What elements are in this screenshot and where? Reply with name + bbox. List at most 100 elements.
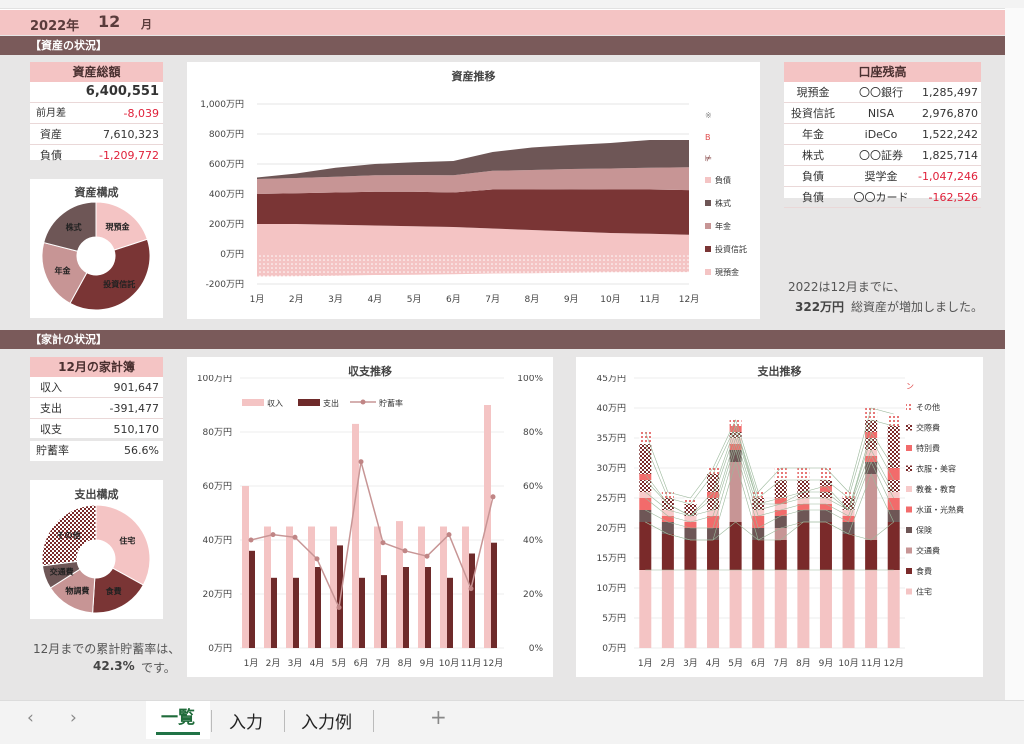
spend-bar-segment: [797, 480, 810, 492]
asset-legend-label: 現預金: [715, 267, 739, 277]
income-y-tick: 100万円: [197, 375, 232, 384]
spend-x-tick: 2月: [661, 658, 676, 669]
income-y2-tick: 20%: [523, 590, 543, 600]
spend-bar-segment: [752, 528, 765, 540]
tab-ichiran[interactable]: 一覧: [146, 701, 210, 739]
income-bar: [484, 405, 491, 648]
vertical-scrollbar[interactable]: [1005, 8, 1024, 700]
add-sheet-button[interactable]: +: [430, 705, 447, 729]
expense-bar: [469, 553, 475, 648]
spend-legend-label: 特別費: [916, 443, 940, 453]
spend-y-tick: 30万円: [597, 463, 626, 474]
spend-bar-segment: [819, 570, 832, 648]
asset-legend-swatch: [705, 177, 711, 183]
spend-y-tick: 10万円: [597, 583, 626, 594]
balance-category: 株式: [802, 149, 824, 162]
prev-sheet-button[interactable]: ‹: [27, 708, 34, 728]
year-label: 2022年: [30, 19, 80, 34]
spend-legend-swatch: [906, 527, 912, 533]
spend-legend-mark: ン: [906, 382, 914, 391]
tab-divider: [284, 710, 285, 732]
spend-bar-segment: [819, 498, 832, 504]
tab-input-example[interactable]: 入力例: [301, 708, 352, 733]
savings-summary-line2: です。: [141, 661, 176, 675]
spend-legend-label: 衣服・美容: [916, 464, 956, 474]
balance-row: 負債 奨学金 -1,047,246: [784, 166, 981, 187]
savings-rate-label: 貯蓄率: [36, 444, 69, 457]
asset-summary-line1: 2022は12月までに、: [788, 280, 906, 294]
spend-pie-label: 住宅: [119, 535, 135, 545]
spend-bar-segment: [865, 474, 878, 540]
asset-row-diff: 前月差 -8,039: [30, 103, 163, 124]
tab-ichiran-label: 一覧: [161, 708, 195, 728]
income-x-tick: 11月: [461, 658, 481, 669]
spend-legend-swatch: [906, 506, 912, 513]
income-bar: [462, 526, 469, 648]
savings-rate-point: [490, 494, 496, 500]
income-x-tick: 6月: [354, 658, 369, 669]
spend-bar-segment: [707, 570, 720, 648]
balance-title: 口座残高: [784, 62, 981, 82]
asset-pie-label: 株式: [66, 222, 82, 232]
next-sheet-button[interactable]: ›: [70, 708, 77, 728]
income-x-tick: 8月: [398, 658, 413, 669]
asset-pie-title: 資産構成: [74, 186, 119, 199]
spend-bar-segment: [887, 498, 900, 510]
asset-pie-chart: 現預金投資信託 年金 株式: [41, 201, 151, 311]
income-bar: [242, 486, 249, 648]
asset-y-tick: 200万円: [209, 219, 244, 230]
spend-legend-label: 水道・光熱費: [916, 505, 964, 515]
spend-bar-segment: [797, 570, 810, 648]
expense-bar: [271, 577, 277, 648]
spend-pie-title: 支出構成: [74, 488, 119, 501]
asset-pie-label: 現預金: [105, 221, 130, 231]
spend-x-tick: 6月: [751, 658, 766, 669]
balance-value: 1,285,497: [922, 86, 978, 99]
spend-bar-segment: [819, 522, 832, 570]
spend-legend-swatch: [906, 465, 912, 472]
asset-area-chart: 1,000万円 800万円 600万円 400万円 200万円 0万円 -200万円 1月 2月…: [200, 99, 747, 305]
legend-expense-swatch: [298, 399, 320, 406]
tab-divider: [211, 710, 212, 732]
spend-y-tick: 20万円: [597, 523, 626, 534]
income-bar: [352, 423, 359, 648]
asset-x-tick: 12月: [679, 294, 699, 305]
income-expense-panel: 収支推移 100万円 100% 80万円 80% 60万円 60% 40万円 40% 20万円 2…: [187, 357, 553, 677]
spend-legend-label: その他: [916, 402, 940, 412]
tab-input[interactable]: 入力: [229, 708, 263, 733]
income-y2-tick: 80%: [523, 428, 543, 438]
section-assets-header: 【資産の状況】: [0, 36, 1005, 55]
spend-bar-segment: [639, 510, 652, 522]
income-x-tick: 3月: [288, 658, 303, 669]
income-bar: [440, 526, 447, 648]
asset-x-tick: 3月: [328, 294, 343, 305]
spend-bar-segment: [639, 444, 652, 474]
spend-bar-segment: [865, 438, 878, 450]
asset-row-debt: 負債 -1,209,772: [40, 149, 159, 162]
spend-bar-segment: [639, 522, 652, 570]
income-bar: [374, 526, 381, 648]
spend-legend-label: 食費: [916, 566, 932, 576]
income-y-tick: 40万円: [203, 535, 232, 546]
balance-value: 2,976,870: [922, 107, 978, 120]
spend-legend-swatch: [906, 588, 912, 595]
spend-x-tick: 11月: [861, 658, 881, 669]
month-value[interactable]: 12: [98, 12, 120, 31]
savings-rate-point: [292, 534, 298, 540]
balance-account: 〇〇カード: [853, 191, 909, 204]
balance-row: 年金 iDeCo 1,522,242: [784, 124, 981, 145]
balance-category: 現預金: [796, 86, 830, 99]
asset-x-tick: 11月: [640, 294, 660, 305]
asset-pie-label: 投資信託: [103, 279, 135, 289]
spend-bar-segment: [865, 420, 878, 432]
section-household-header: 【家計の状況】: [0, 330, 1005, 349]
spend-x-tick: 7月: [773, 658, 788, 669]
spend-bar-segment: [684, 540, 697, 570]
spend-y-tick: 0万円: [602, 643, 626, 654]
legend-rate-dot: [360, 399, 366, 405]
tab-divider: [373, 710, 374, 732]
savings-rate-point: [336, 605, 342, 610]
spend-bar-segment: [865, 570, 878, 648]
spend-bar-segment: [842, 516, 855, 522]
income-x-tick: 7月: [376, 658, 391, 669]
